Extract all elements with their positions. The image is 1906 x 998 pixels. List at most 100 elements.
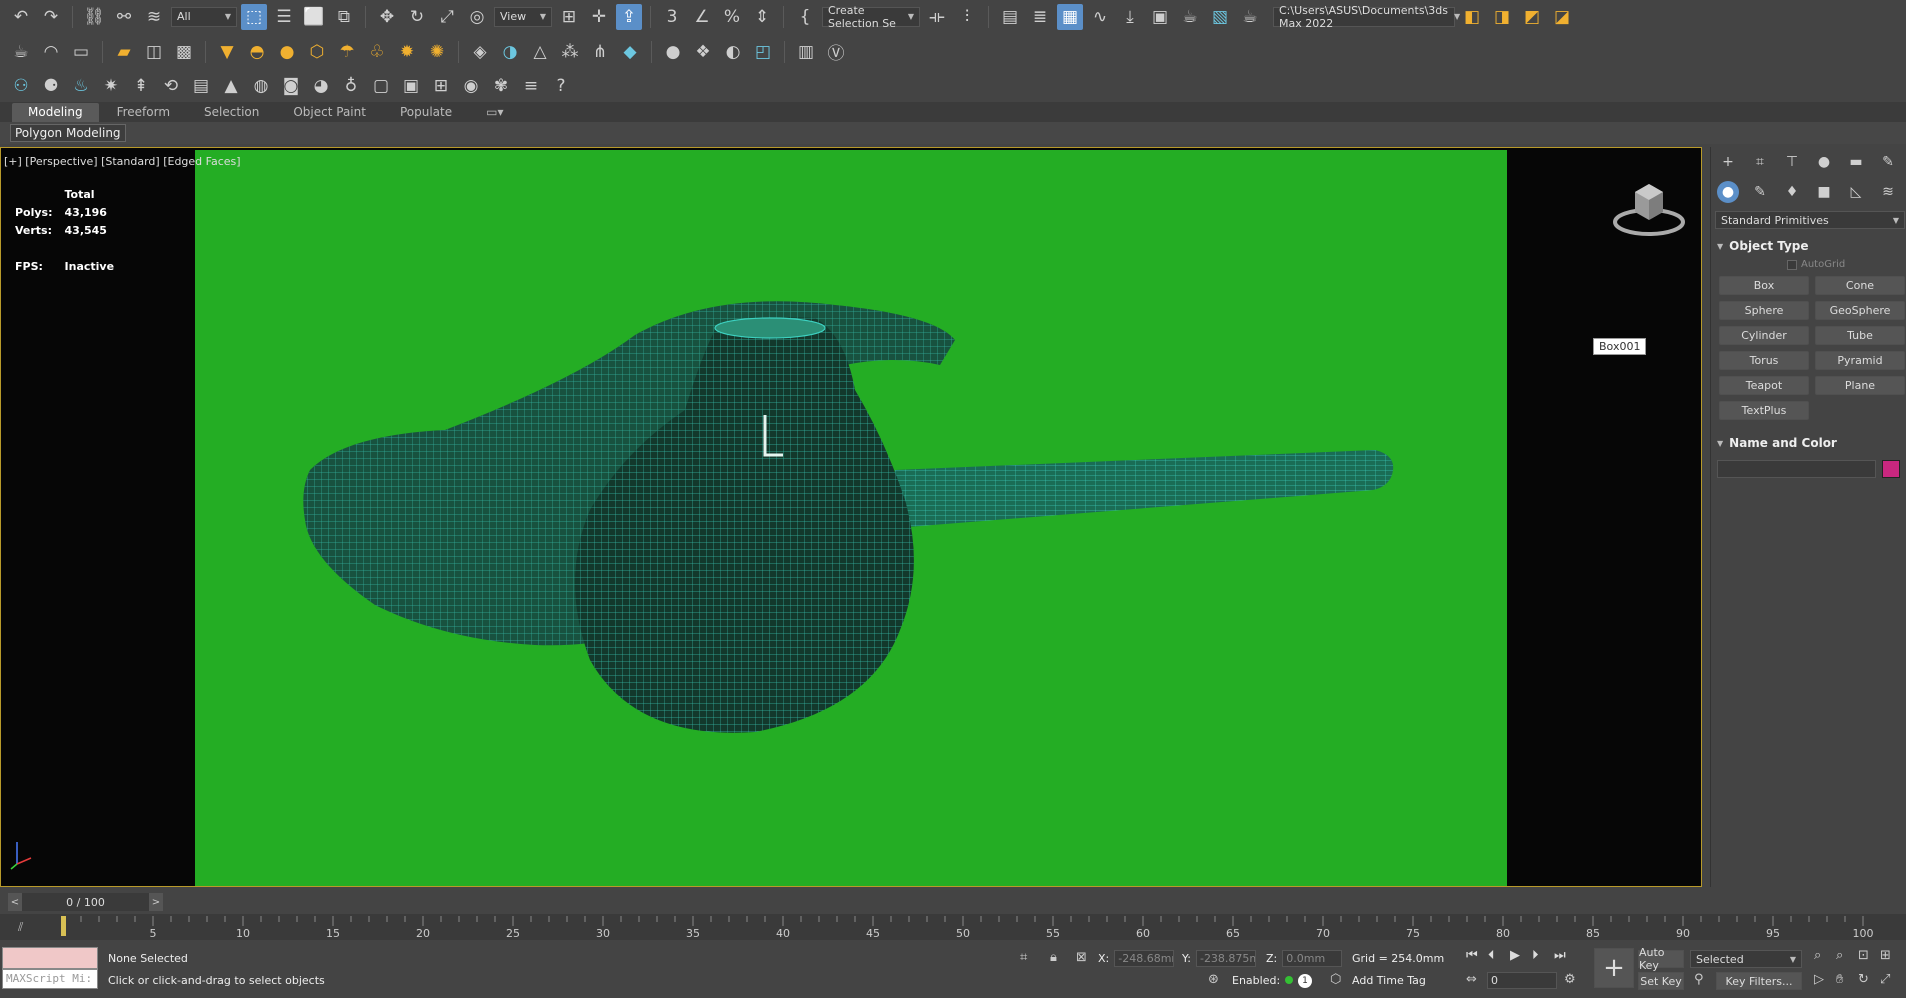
motion-tab-icon[interactable]: ● — [1813, 151, 1835, 173]
vray-scene-converter-icon[interactable]: ⊞ — [428, 73, 454, 99]
teapot-icon[interactable]: ☕ — [8, 39, 34, 65]
vray-mesh-icon[interactable]: ▲ — [218, 73, 244, 99]
project-path-dropdown[interactable]: C:\Users\ASUS\Documents\3ds Max 2022 ▼ — [1273, 4, 1460, 30]
plane-button[interactable]: Plane — [1815, 376, 1905, 395]
zoom-extents-all-icon[interactable]: ⊞ — [1880, 948, 1891, 963]
vray-plane-icon[interactable]: ▤ — [188, 73, 214, 99]
rotate-icon[interactable]: ↻ — [404, 4, 430, 30]
cube-icon[interactable]: ◈ — [467, 39, 493, 65]
v-ray-logo-icon[interactable]: Ⓥ — [823, 39, 849, 65]
viewport-label[interactable]: [+] [Perspective] [Standard] [Edged Face… — [4, 155, 241, 168]
tab-modeling[interactable]: Modeling — [12, 103, 99, 122]
cylinder-button[interactable]: Cylinder — [1719, 326, 1809, 345]
vray-light-icon[interactable]: ♨ — [68, 73, 94, 99]
maxscript-mini-listener[interactable]: MAXScript Mi: — [2, 969, 98, 989]
scale-icon[interactable]: ⤢ — [434, 4, 460, 30]
orbit-icon[interactable]: ↻ — [1858, 972, 1869, 987]
link-icon[interactable]: ⛓ — [81, 4, 107, 30]
adaptive-degradation-icon[interactable]: ⊛ — [1208, 972, 1219, 987]
project-folder-icon[interactable]: ◧ — [1459, 4, 1485, 30]
key-set-dropdown[interactable]: Selected ▼ — [1690, 950, 1802, 968]
vray-proxy-icon[interactable]: ⟲ — [158, 73, 184, 99]
scene-explorer-icon[interactable]: ▦ — [1057, 3, 1083, 30]
open-project-icon[interactable]: ◨ — [1489, 4, 1515, 30]
select-manipulate-icon[interactable]: ✛ — [586, 4, 612, 30]
zoom-icon[interactable]: ⌕ — [1814, 948, 1821, 963]
name-and-color-header[interactable]: ▼ Name and Color — [1717, 434, 1900, 452]
snaps-toggle-icon[interactable]: 3 — [659, 4, 685, 30]
angle-snap-icon[interactable]: ∠ — [689, 4, 715, 30]
geometry-icon[interactable]: ● — [1717, 181, 1739, 203]
time-configuration-icon[interactable]: ⚙ — [1564, 972, 1576, 987]
material-editor-icon[interactable]: ▣ — [1147, 4, 1173, 30]
object-type-header[interactable]: ▼ Object Type — [1717, 237, 1900, 255]
current-frame-marker[interactable] — [61, 916, 66, 936]
utilities-tab-icon[interactable]: ✎ — [1877, 151, 1899, 173]
help-icon[interactable]: ? — [548, 73, 574, 99]
mushroom-light-icon[interactable]: ☂ — [334, 39, 360, 65]
geometry-category-dropdown[interactable]: Standard Primitives ▼ — [1715, 211, 1905, 229]
create-tab-icon[interactable]: + — [1717, 151, 1739, 173]
field-of-view-icon[interactable]: ▷ — [1814, 972, 1824, 987]
move-icon[interactable]: ✥ — [374, 4, 400, 30]
material-icon[interactable]: ◆ — [617, 39, 643, 65]
tab-freeform[interactable]: Freeform — [101, 103, 186, 122]
next-key-icon[interactable]: ⏵ — [1532, 948, 1539, 963]
material-library-icon[interactable]: ❖ — [690, 39, 716, 65]
edit-named-selection-icon[interactable]: { — [792, 4, 818, 30]
geosphere-button[interactable]: GeoSphere — [1815, 301, 1905, 320]
schematic-view-icon[interactable]: ⤓ — [1117, 4, 1143, 30]
spotlight-icon[interactable]: ▼ — [214, 39, 240, 65]
vray-sun-icon[interactable]: ✷ — [98, 73, 124, 99]
asset-tracking-icon[interactable]: ◩ — [1519, 4, 1545, 30]
play-icon[interactable]: ▶ — [1510, 948, 1520, 963]
earbud-wireframe-model[interactable] — [195, 150, 1507, 886]
vray-frame-buffer-icon[interactable]: ▢ — [368, 73, 394, 99]
sky-light-icon[interactable]: ✺ — [424, 39, 450, 65]
measure-icon[interactable]: △ — [527, 39, 553, 65]
curve-editor-icon[interactable]: ∿ — [1087, 4, 1113, 30]
select-object-icon[interactable]: ⬚ — [241, 3, 267, 30]
window-crossing-icon[interactable]: ⧉ — [331, 4, 357, 30]
vray-log-icon[interactable]: ≡ — [518, 73, 544, 99]
torus-icon[interactable]: ◠ — [38, 39, 64, 65]
previous-frame-icon[interactable]: < — [8, 893, 22, 911]
set-key-large-icon[interactable]: + — [1594, 948, 1634, 988]
selection-lock-icon[interactable]: 🔒︎ — [1050, 950, 1057, 965]
key-mode-icon[interactable]: ⇔ — [1466, 972, 1477, 987]
set-key-button[interactable]: Set Key — [1638, 972, 1684, 990]
vray-eye-icon[interactable]: ◉ — [458, 73, 484, 99]
maximize-viewport-icon[interactable]: ⤢ — [1880, 972, 1890, 987]
ies-light-icon[interactable]: ♧ — [364, 39, 390, 65]
textplus-button[interactable]: TextPlus — [1719, 401, 1809, 420]
perspective-viewport[interactable]: [+] [Perspective] [Standard] [Edged Face… — [0, 147, 1702, 887]
undo-icon[interactable]: ↶ — [8, 4, 34, 30]
cameras-icon[interactable]: ■ — [1813, 181, 1835, 203]
selection-filter-dropdown[interactable]: All ▼ — [171, 6, 237, 27]
redo-icon[interactable]: ↷ — [38, 4, 64, 30]
sphere-light-icon[interactable]: ● — [274, 39, 300, 65]
y-field[interactable]: -238.875mi — [1195, 950, 1256, 967]
render-to-texture-icon[interactable]: ◰ — [750, 39, 776, 65]
absolute-mode-icon[interactable]: ⊠ — [1076, 950, 1087, 965]
bind-space-warp-icon[interactable]: ≋ — [141, 4, 167, 30]
vray-physical-camera-icon[interactable]: ⚈ — [38, 73, 64, 99]
helpers-icon[interactable]: ◺ — [1845, 181, 1867, 203]
x-field[interactable]: -248.68mm — [1114, 950, 1175, 967]
palette-icon[interactable]: ◐ — [720, 39, 746, 65]
spinner-snap-icon[interactable]: ⇕ — [749, 4, 775, 30]
vray-camera-icon[interactable]: ⚇ — [8, 73, 34, 99]
geosphere-light-icon[interactable]: ⬡ — [304, 39, 330, 65]
ribbon-options-icon[interactable]: ▭▾ — [470, 103, 519, 122]
align-icon[interactable]: ⫶ — [954, 4, 980, 30]
teapot-button[interactable]: Teapot — [1719, 376, 1809, 395]
space-warps-icon[interactable]: ≋ — [1877, 181, 1899, 203]
pyramid-button[interactable]: Pyramid — [1815, 351, 1905, 370]
sphere-shaded-icon[interactable]: ● — [660, 39, 686, 65]
tab-object-paint[interactable]: Object Paint — [277, 103, 382, 122]
isolate-selection-icon[interactable]: ⌗ — [1020, 950, 1027, 965]
key-filter-icon[interactable]: ⚲ — [1694, 972, 1704, 987]
next-frame-icon[interactable]: > — [149, 893, 163, 911]
info-icon[interactable]: 1 — [1298, 974, 1312, 988]
z-field[interactable]: 0.0mm — [1282, 950, 1343, 967]
